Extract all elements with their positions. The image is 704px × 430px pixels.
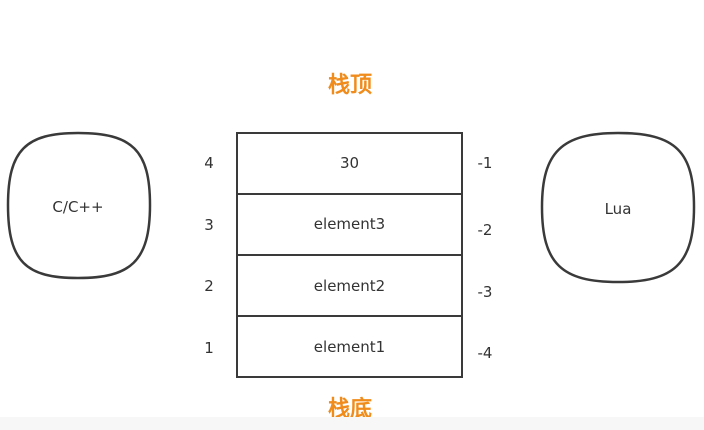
negative-index-2: -2: [477, 221, 493, 239]
lua-stack-diagram: 栈顶 栈底 C/C++ Lua 30 element3 element2 ele…: [0, 0, 704, 430]
lua-node-label: Lua: [604, 200, 632, 218]
c-cpp-node-label: C/C++: [52, 198, 104, 216]
stack-cell-2-value: element2: [313, 277, 386, 295]
positive-index-3: 3: [204, 216, 214, 234]
bottom-band: [0, 417, 704, 430]
positive-index-4: 4: [204, 154, 214, 172]
negative-index-1: -1: [477, 154, 493, 172]
stack-top-label: 栈顶: [327, 73, 372, 98]
negative-index-4: -4: [477, 344, 493, 362]
stack-cell-1-value: element1: [313, 338, 386, 356]
positive-index-2: 2: [204, 277, 214, 295]
stack-cell-4-value: 30: [339, 154, 360, 172]
positive-index-1: 1: [204, 339, 214, 357]
negative-index-3: -3: [477, 283, 493, 301]
stack-cell-3-value: element3: [313, 215, 386, 233]
